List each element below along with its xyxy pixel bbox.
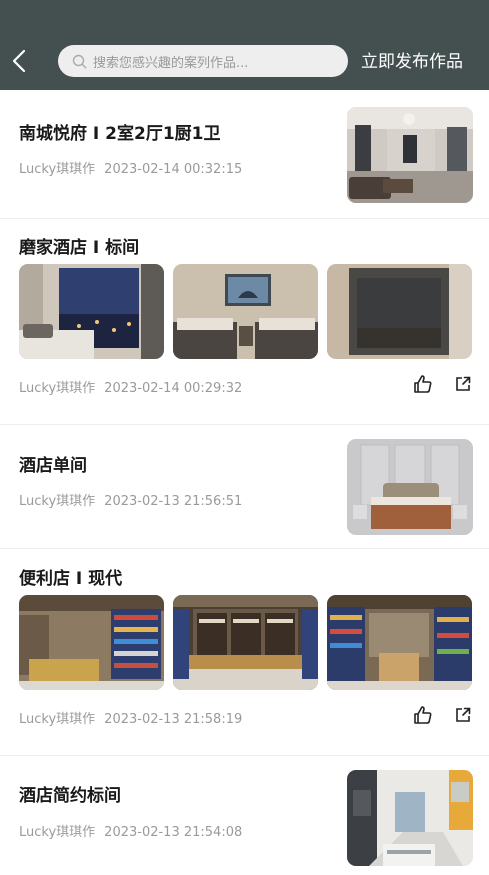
item-thumbnail[interactable] [347,770,473,866]
share-icon [456,707,471,722]
list-item[interactable]: 便利店 I 现代 Lucky琪琪作 2023-02-13 21:58:19 [0,549,489,755]
search-input[interactable]: 搜索您感兴趣的案列作品... [58,45,348,77]
list-item[interactable]: 磨家酒店 I 标间 Lucky琪琪作 2023-02-14 00:29:32 [0,219,489,424]
item-title: 便利店 I 现代 [19,569,123,589]
like-button[interactable] [413,705,433,725]
item-date: 2023-02-13 21:58:19 [104,712,243,727]
thumbs-up-icon [414,706,432,724]
share-button[interactable] [453,705,473,725]
item-meta: Lucky琪琪作 2023-02-13 21:54:08 [19,821,242,840]
item-date: 2023-02-14 00:32:15 [104,162,243,177]
item-date: 2023-02-13 21:56:51 [104,494,243,509]
share-button[interactable] [453,374,473,394]
list-item[interactable]: 酒店简约标间 Lucky琪琪作 2023-02-13 21:54:08 [0,756,489,875]
item-image[interactable] [173,595,318,690]
thumbs-up-icon [414,375,432,393]
item-image[interactable] [173,264,318,359]
item-meta: Lucky琪琪作 2023-02-13 21:58:19 [19,708,242,727]
item-image[interactable] [327,264,472,359]
item-image[interactable] [19,595,164,690]
item-date: 2023-02-14 00:29:32 [104,381,243,396]
list-item[interactable]: 南城悦府 I 2室2厅1厨1卫 Lucky琪琪作 2023-02-14 00:32… [0,90,489,218]
item-author: Lucky琪琪作 [19,712,96,727]
search-icon [72,54,87,69]
item-author: Lucky琪琪作 [19,494,96,509]
list-item[interactable]: 酒店单间 Lucky琪琪作 2023-02-13 21:56:51 [0,425,489,548]
like-button[interactable] [413,374,433,394]
item-image[interactable] [327,595,472,690]
search-placeholder: 搜索您感兴趣的案列作品... [93,55,249,71]
item-meta: Lucky琪琪作 2023-02-13 21:56:51 [19,490,242,509]
item-title: 磨家酒店 I 标间 [19,238,140,258]
item-author: Lucky琪琪作 [19,381,96,396]
item-meta: Lucky琪琪作 2023-02-14 00:29:32 [19,377,242,396]
publish-work-button[interactable]: 立即发布作品 [361,48,463,76]
item-actions [413,705,473,725]
item-author: Lucky琪琪作 [19,162,96,177]
item-title: 南城悦府 I 2室2厅1厨1卫 [19,124,221,144]
chevron-left-icon [12,49,26,73]
item-meta: Lucky琪琪作 2023-02-14 00:32:15 [19,158,242,177]
item-thumbnail[interactable] [347,107,473,203]
item-image[interactable] [19,264,164,359]
back-button[interactable] [8,46,30,76]
item-actions [413,374,473,394]
item-thumbnail[interactable] [347,439,473,535]
item-title: 酒店简约标间 [19,786,121,806]
item-title: 酒店单间 [19,456,87,476]
share-icon [456,376,471,391]
item-date: 2023-02-13 21:54:08 [104,825,243,840]
top-bar: 搜索您感兴趣的案列作品... 立即发布作品 [0,0,489,90]
item-author: Lucky琪琪作 [19,825,96,840]
